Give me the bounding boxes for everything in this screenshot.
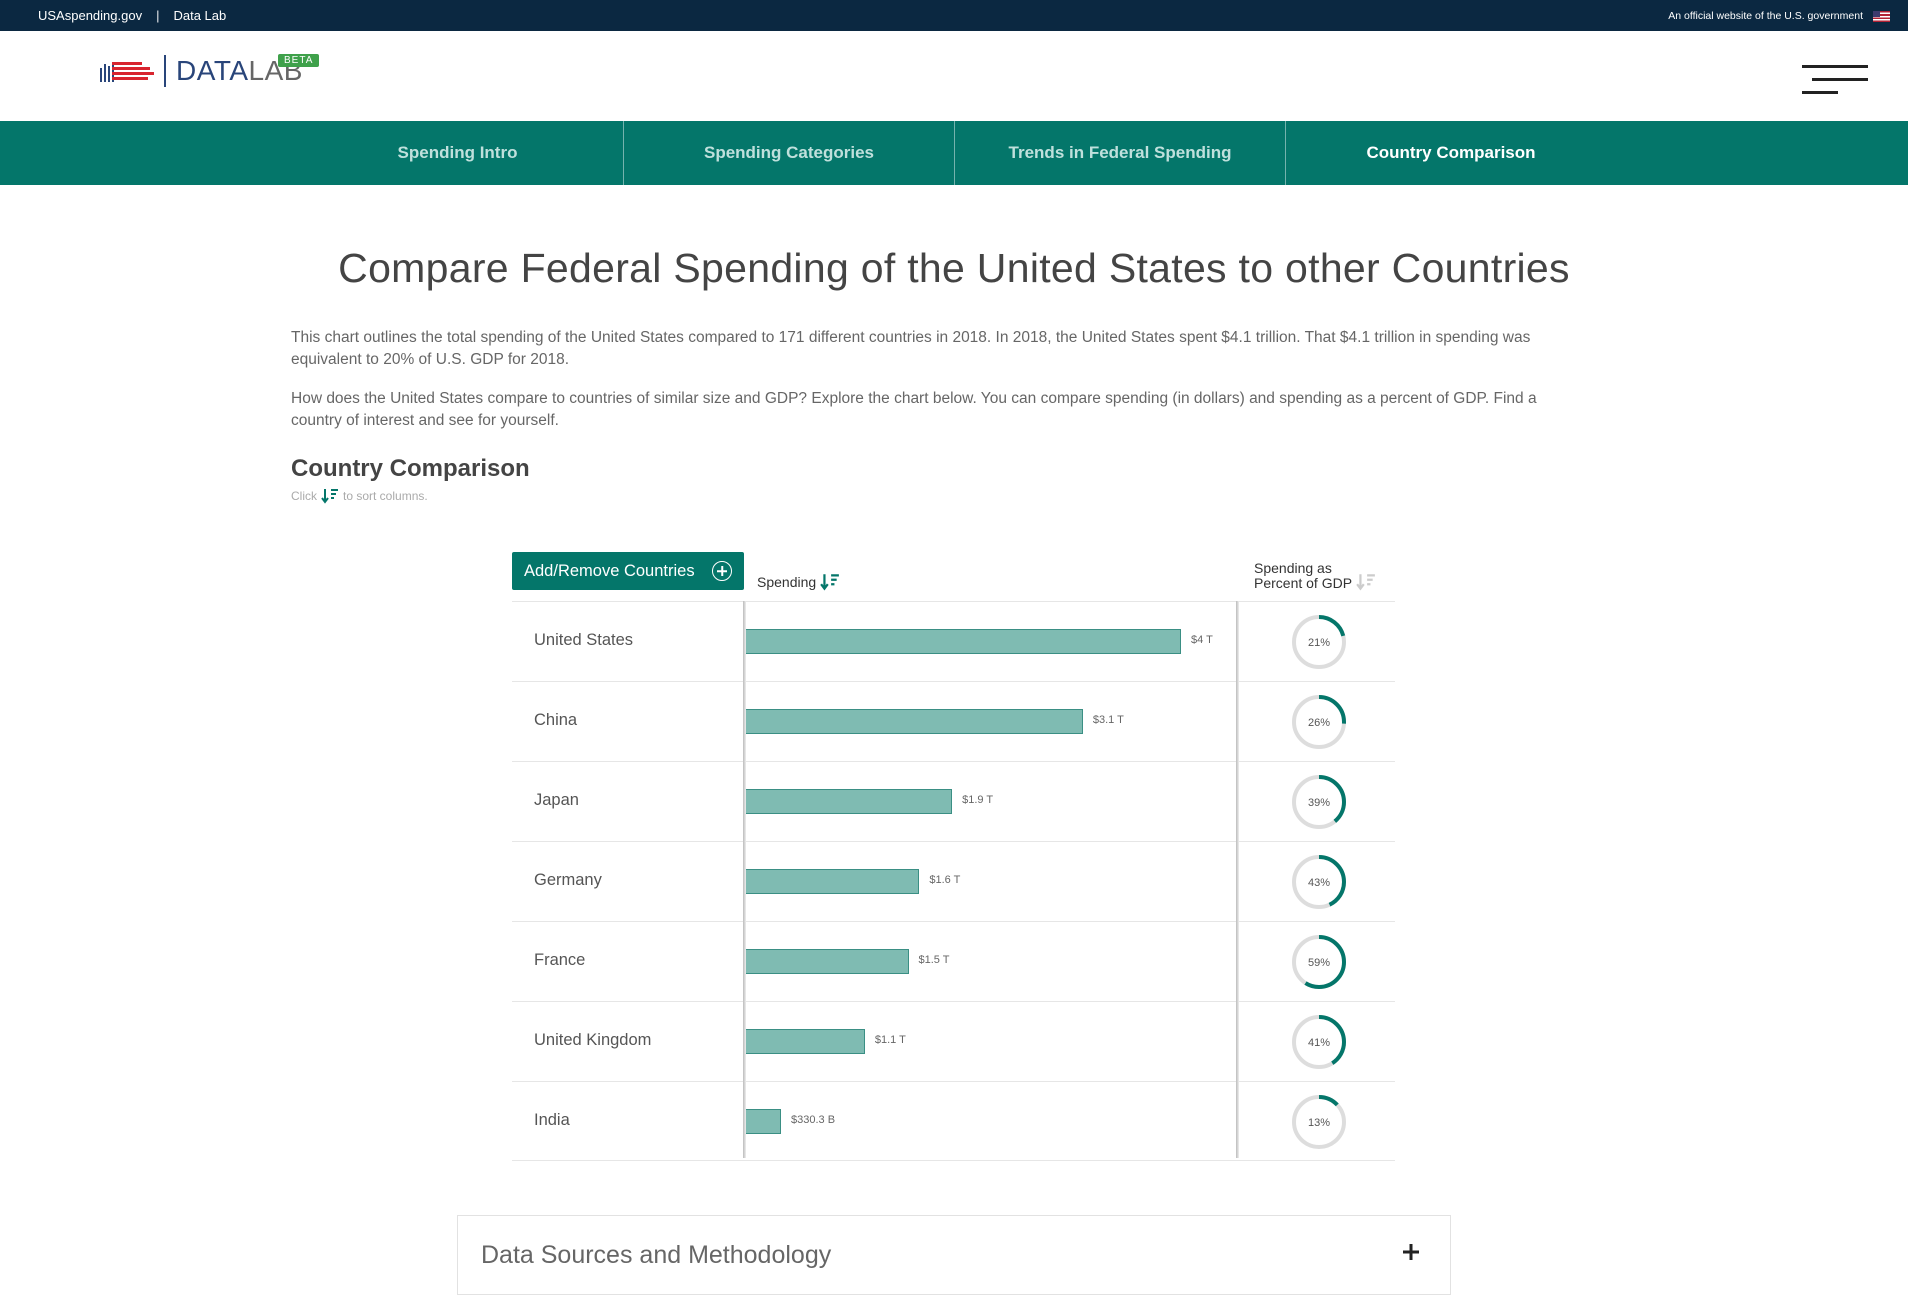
spending-value-label: $1.1 T bbox=[874, 1034, 906, 1046]
usaspending-link[interactable]: USAspending.gov bbox=[38, 8, 142, 23]
add-remove-countries-button[interactable]: Add/Remove Countries bbox=[512, 552, 744, 590]
tab-spending-intro[interactable]: Spending Intro bbox=[292, 121, 623, 185]
country-name: United States bbox=[534, 631, 634, 649]
gdp-percent-ring: 21% bbox=[1292, 615, 1346, 669]
spending-value-label: $1.6 T bbox=[929, 874, 961, 886]
gdp-percent-ring: 59% bbox=[1292, 935, 1346, 989]
data-sources-label: Data Sources and Methodology bbox=[481, 1241, 832, 1269]
country-name: France bbox=[534, 951, 586, 969]
datalab-logo[interactable]: DATALAB bbox=[98, 55, 303, 87]
table-row: France $1.5 T 59% bbox=[512, 921, 1395, 1001]
country-name: United Kingdom bbox=[534, 1031, 652, 1049]
country-name: Germany bbox=[534, 871, 602, 889]
site-header: DATALAB BETA bbox=[0, 31, 1908, 121]
spending-bar bbox=[745, 1029, 865, 1054]
country-name: Japan bbox=[534, 791, 579, 809]
spending-header-label: Spending bbox=[757, 574, 817, 590]
spending-value-label: $4 T bbox=[1191, 634, 1213, 646]
plus-circle-icon bbox=[712, 561, 732, 581]
country-comparison-chart: Add/Remove Countries Spending Spending a… bbox=[512, 550, 1395, 1161]
gdp-percent-ring: 39% bbox=[1292, 775, 1346, 829]
intro-paragraph: This chart outlines the total spending o… bbox=[291, 329, 1531, 368]
gdp-percent-label: 39% bbox=[1308, 797, 1330, 809]
gdp-percent-ring: 26% bbox=[1292, 695, 1346, 749]
gdp-percent-ring: 13% bbox=[1292, 1095, 1346, 1149]
column-divider bbox=[743, 601, 746, 1158]
spending-value-label: $3.1 T bbox=[1092, 714, 1124, 726]
sort-inactive-icon bbox=[1356, 574, 1375, 591]
main-nav: Spending Intro Spending Categories Trend… bbox=[0, 121, 1908, 185]
tab-country-comparison[interactable]: Country Comparison bbox=[1285, 121, 1616, 185]
column-divider bbox=[1236, 601, 1239, 1158]
spending-bar bbox=[745, 869, 920, 894]
tab-trends-federal-spending[interactable]: Trends in Federal Spending bbox=[954, 121, 1285, 185]
datalab-link[interactable]: Data Lab bbox=[173, 8, 226, 23]
gdp-column-header[interactable]: Spending as Percent of GDP bbox=[1254, 560, 1376, 592]
gov-bar-separator: | bbox=[156, 8, 160, 23]
country-name: China bbox=[534, 711, 578, 729]
table-row: India $330.3 B 13% bbox=[512, 1081, 1395, 1161]
spending-bar bbox=[745, 949, 909, 974]
beta-badge: BETA bbox=[278, 54, 320, 67]
gov-banner: USAspending.gov | Data Lab An official w… bbox=[0, 0, 1908, 31]
us-flag-icon bbox=[1873, 10, 1890, 22]
gdp-header-line1: Spending as bbox=[1254, 560, 1332, 576]
sort-desc-icon bbox=[820, 574, 840, 591]
flag-logo-icon bbox=[98, 56, 154, 86]
spending-value-label: $330.3 B bbox=[791, 1114, 836, 1126]
spending-value-label: $1.5 T bbox=[918, 954, 950, 966]
expand-plus-icon bbox=[1402, 1243, 1420, 1261]
hint-prefix: Click bbox=[291, 489, 317, 503]
official-site-text: An official website of the U.S. governme… bbox=[1668, 10, 1863, 22]
country-name: India bbox=[534, 1111, 570, 1129]
sort-hint: Click to sort columns. bbox=[291, 487, 428, 505]
gdp-percent-ring: 41% bbox=[1292, 1015, 1346, 1069]
gdp-percent-label: 26% bbox=[1308, 717, 1330, 729]
spending-bar bbox=[745, 629, 1181, 654]
logo-divider bbox=[164, 55, 166, 87]
table-row: China $3.1 T 26% bbox=[512, 681, 1395, 761]
gdp-header-line2: Percent of GDP bbox=[1254, 575, 1353, 591]
table-row: Germany $1.6 T 43% bbox=[512, 841, 1395, 921]
country-rows: United States $4 T 21% China $3.1 T 26% Japan $… bbox=[512, 601, 1395, 1161]
data-sources-accordion[interactable]: Data Sources and Methodology bbox=[457, 1215, 1451, 1295]
gdp-percent-label: 59% bbox=[1308, 957, 1330, 969]
gdp-percent-ring: 43% bbox=[1292, 855, 1346, 909]
gdp-percent-label: 21% bbox=[1308, 637, 1330, 649]
gdp-percent-label: 43% bbox=[1308, 877, 1330, 889]
hamburger-menu-icon[interactable] bbox=[1802, 65, 1868, 95]
hint-suffix: to sort columns. bbox=[343, 489, 428, 503]
page-title: Compare Federal Spending of the United S… bbox=[338, 245, 1570, 291]
spending-bar bbox=[745, 709, 1083, 734]
spending-bar bbox=[745, 1109, 781, 1134]
explore-paragraph: How does the United States compare to co… bbox=[291, 390, 1537, 429]
gdp-percent-label: 41% bbox=[1308, 1037, 1330, 1049]
tab-spending-categories[interactable]: Spending Categories bbox=[623, 121, 954, 185]
section-title: Country Comparison bbox=[291, 455, 530, 482]
spending-bar bbox=[745, 789, 953, 814]
spending-value-label: $1.9 T bbox=[962, 794, 994, 806]
sort-icon bbox=[321, 489, 338, 504]
table-row: United States $4 T 21% bbox=[512, 601, 1395, 681]
logo-data-text: DATA bbox=[176, 55, 249, 86]
add-remove-label: Add/Remove Countries bbox=[524, 561, 695, 580]
table-row: Japan $1.9 T 39% bbox=[512, 761, 1395, 841]
spending-column-header[interactable]: Spending bbox=[757, 572, 840, 592]
table-row: United Kingdom $1.1 T 41% bbox=[512, 1001, 1395, 1081]
gdp-percent-label: 13% bbox=[1308, 1117, 1330, 1129]
